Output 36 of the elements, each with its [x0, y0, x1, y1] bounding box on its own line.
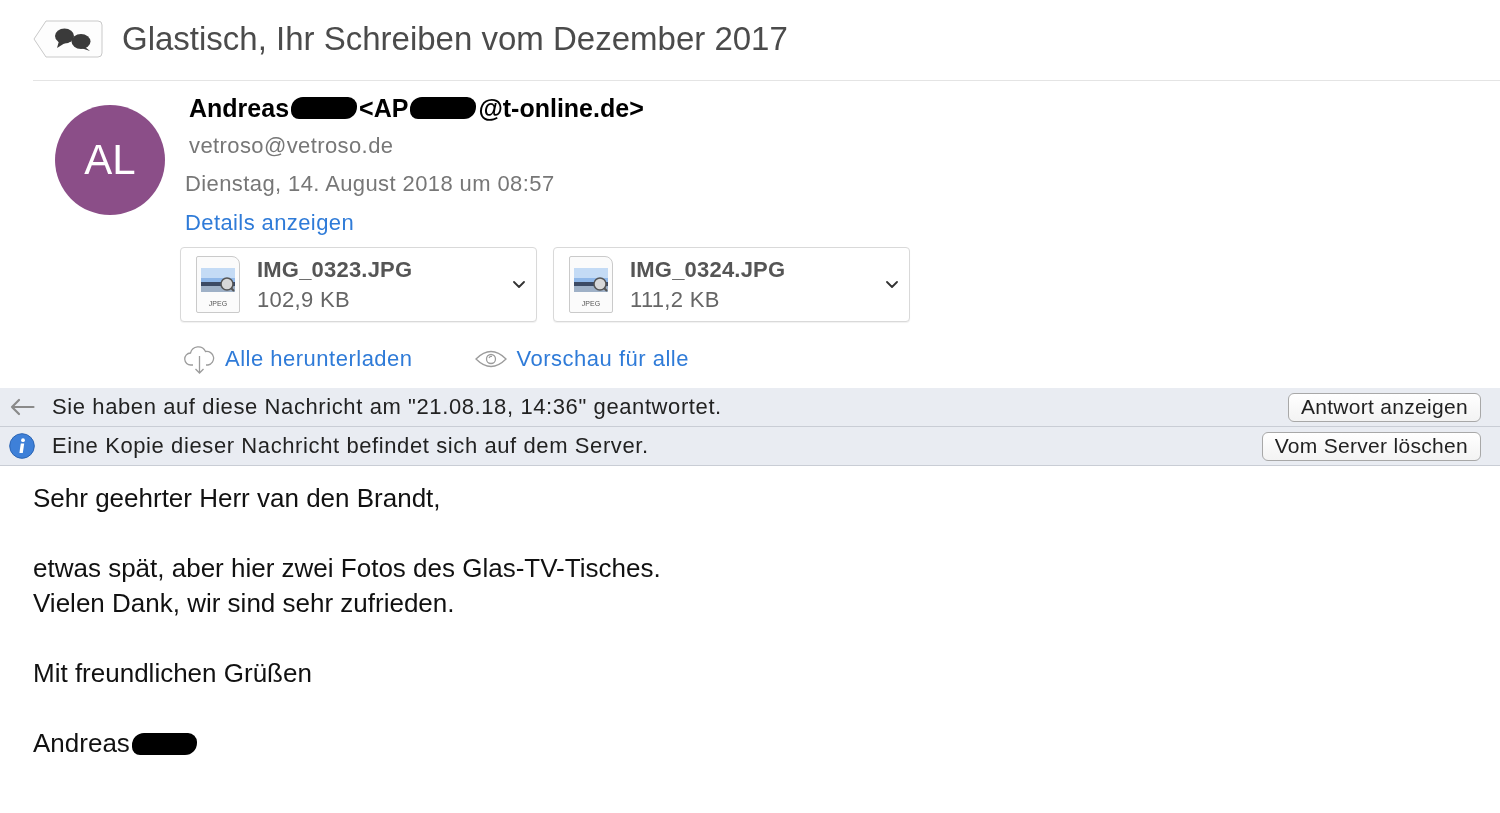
notice-button[interactable]: Antwort anzeigen — [1287, 392, 1481, 422]
picture-icon — [574, 268, 608, 292]
redaction-icon — [291, 97, 358, 119]
attachment-action-link[interactable]: Vorschau für alle — [474, 344, 689, 374]
cloud-download-icon — [184, 344, 215, 374]
conversation-button[interactable] — [33, 20, 103, 58]
notice-text: Eine Kopie dieser Nachricht befindet sich auf dem Server. — [52, 433, 649, 459]
picture-icon — [201, 268, 235, 292]
details-link[interactable]: Details anzeigen — [185, 204, 355, 242]
notice-text: Sie haben auf diese Nachricht am "21.08.18, 14:36" geantwortet. — [52, 394, 722, 420]
eye-icon — [474, 350, 507, 368]
sender-text: <AP — [359, 93, 409, 123]
notice-button[interactable]: Vom Server löschen — [1261, 431, 1481, 461]
attachment-name: IMG_0324.JPG — [630, 255, 786, 284]
message-line: Mit freundlichen Grüßen — [33, 657, 312, 690]
attachment-size: 102,9 KB — [257, 285, 351, 314]
sender-text: @t-online.de> — [478, 93, 644, 123]
redaction-icon — [131, 732, 197, 755]
message-date: Dienstag, 14. August 2018 um 08:57 — [185, 170, 555, 198]
info-icon — [9, 433, 35, 459]
chevron-down-icon[interactable] — [886, 280, 898, 289]
recipient-address: vetroso@vetroso.de — [189, 132, 394, 160]
arrow-left-icon — [9, 398, 35, 416]
speech-bubbles-icon — [54, 27, 92, 51]
redaction-icon — [410, 97, 477, 119]
attachment-size: 111,2 KB — [630, 285, 721, 314]
chevron-down-icon[interactable] — [513, 280, 525, 289]
signature-name: Andreas — [33, 727, 130, 760]
message-line: Sehr geehrter Herr van den Brandt, — [33, 482, 441, 515]
message-line: etwas spät, aber hier zwei Fotos des Glas-TV-Tisches. — [33, 552, 661, 585]
message-line: Vielen Dank, wir sind sehr zufrieden. — [33, 587, 455, 620]
attachment-name: IMG_0323.JPG — [257, 255, 413, 284]
attachment-action-link[interactable]: Alle herunterladen — [184, 344, 413, 374]
sender-text: Andreas — [189, 93, 290, 123]
conversation-title: Glastisch, Ihr Schreiben vom Dezember 2017 — [122, 20, 788, 58]
avatar: AL — [55, 105, 165, 215]
